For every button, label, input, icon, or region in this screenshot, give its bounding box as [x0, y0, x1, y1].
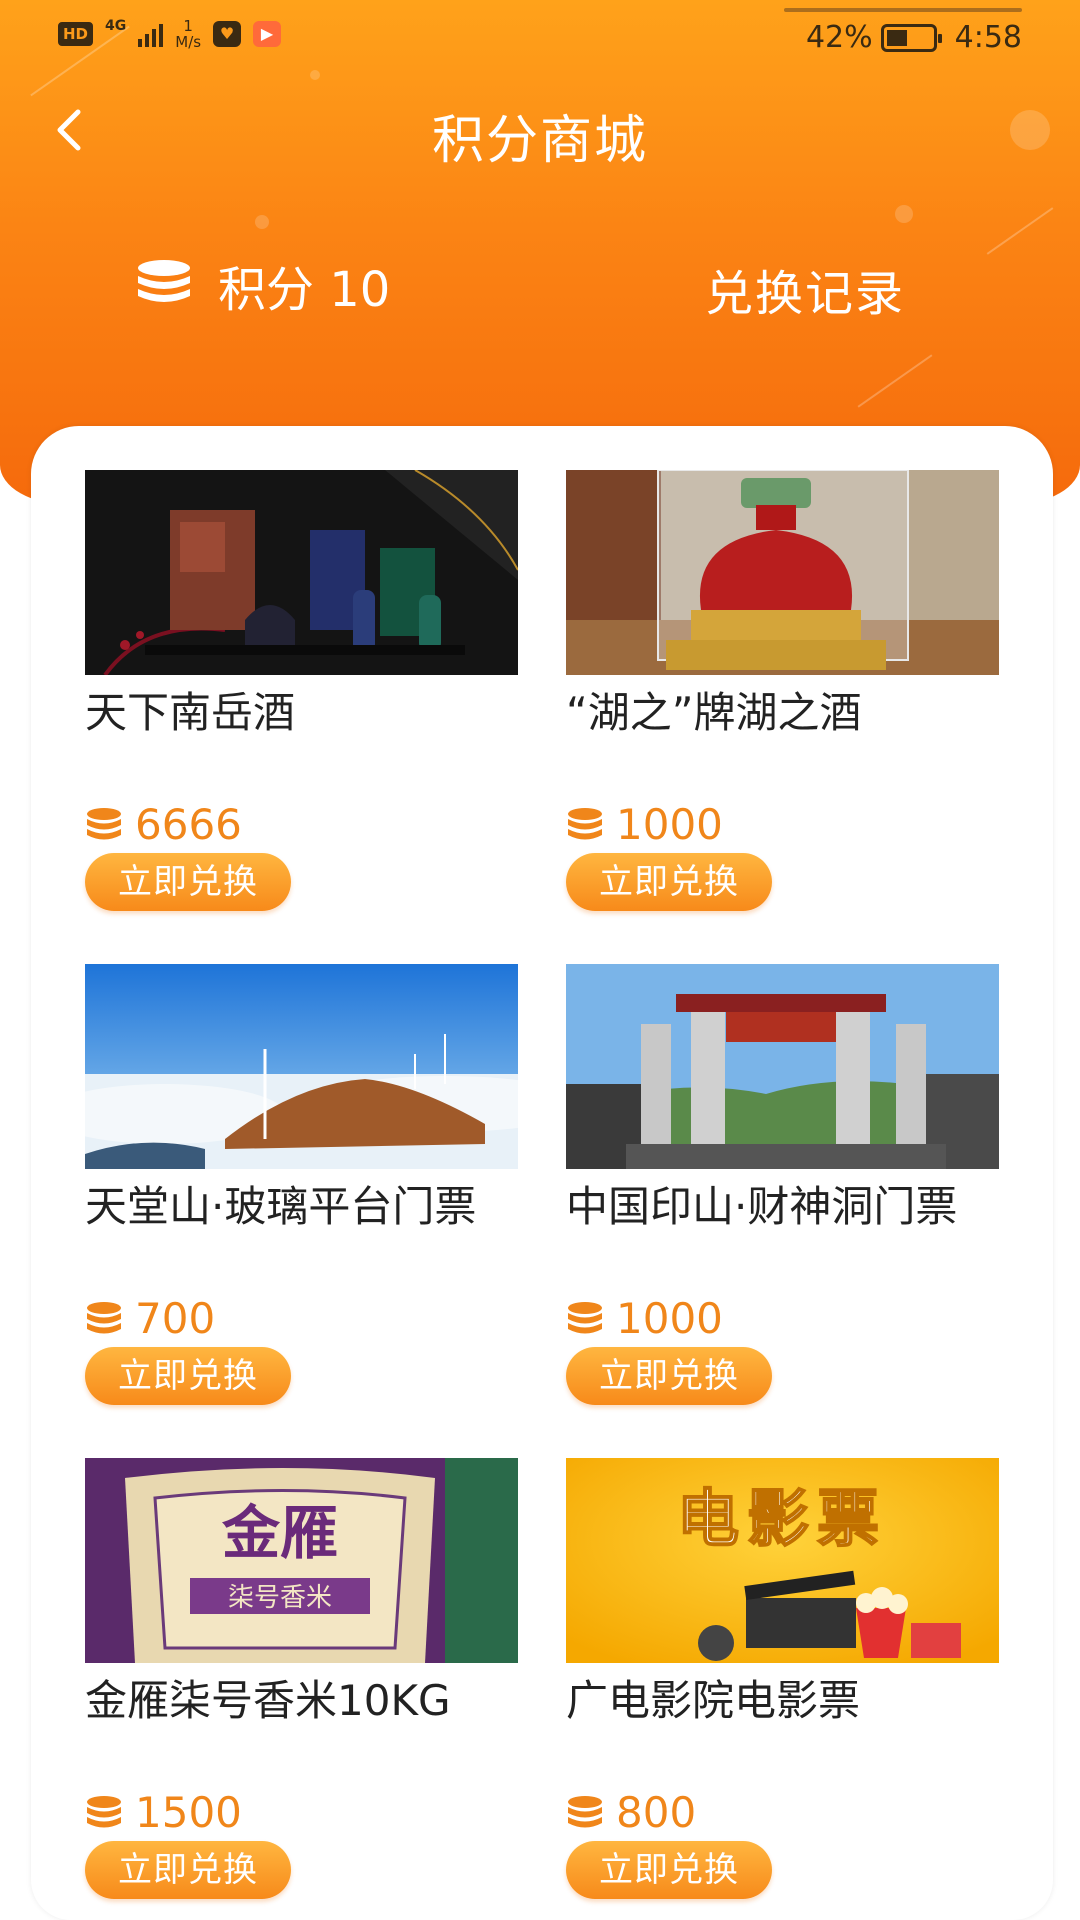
- price-value: 1000: [616, 1294, 723, 1343]
- product-price: 800: [566, 1788, 696, 1837]
- points-label: 积分 10: [218, 262, 391, 318]
- product-name: “湖之”牌湖之酒: [566, 689, 862, 737]
- rice-sub-text: 柒号香米: [228, 1583, 332, 1613]
- speed-value: 1: [183, 17, 193, 35]
- status-left: HD 4G 1 M/s ♥ ▶: [58, 18, 282, 50]
- points-balance: 积分 10: [136, 250, 390, 320]
- hd-badge: HD: [58, 22, 94, 46]
- network-speed: 1 M/s: [175, 18, 201, 50]
- product-name: 天下南岳酒: [85, 689, 296, 737]
- product-price: 1000: [566, 1294, 723, 1343]
- decor-streak: [986, 207, 1054, 255]
- product-image-liquor-giftset[interactable]: [85, 470, 518, 675]
- product-name: 金雁柒号香米10KG: [85, 1677, 451, 1725]
- product-item[interactable]: 电影票 广电影院电影票 800 立即兑换: [566, 1458, 999, 1920]
- product-image-movie-ticket[interactable]: 电影票: [566, 1458, 999, 1663]
- status-bar-line: [784, 8, 1022, 12]
- redeem-button[interactable]: 立即兑换: [566, 1347, 772, 1405]
- product-grid: 天下南岳酒 6666 立即兑换 “湖之”牌湖之酒 1000 立即兑换 天堂山·玻…: [85, 470, 999, 1920]
- screen: HD 4G 1 M/s ♥ ▶ 42% 4:58 积分商城 积分 10 兑换记录…: [0, 0, 1080, 1920]
- product-name: 天堂山·玻璃平台门票: [85, 1183, 477, 1231]
- coins-icon: [568, 807, 602, 839]
- decor-bubble: [255, 215, 269, 229]
- stone-gate-image: [566, 964, 999, 1169]
- product-price: 1500: [85, 1788, 242, 1837]
- network-label: 4G: [105, 18, 127, 34]
- redeem-button[interactable]: 立即兑换: [566, 853, 772, 911]
- redeem-button[interactable]: 立即兑换: [85, 1841, 291, 1899]
- coins-stack-icon: [138, 260, 190, 302]
- mountain-windmill-image: [85, 964, 518, 1169]
- battery-percent: 42%: [805, 20, 873, 55]
- status-right: 42% 4:58: [806, 20, 1022, 55]
- coins-icon: [568, 1795, 602, 1827]
- redeem-button[interactable]: 立即兑换: [85, 853, 291, 911]
- product-price: 1000: [566, 800, 723, 849]
- product-item[interactable]: “湖之”牌湖之酒 1000 立即兑换: [566, 470, 999, 964]
- heart-app-icon: ♥: [213, 21, 242, 47]
- status-bar: HD 4G 1 M/s ♥ ▶ 42% 4:58: [0, 0, 1080, 78]
- movie-banner-text: 电影票: [677, 1482, 887, 1555]
- exchange-records-link[interactable]: 兑换记录: [705, 254, 905, 324]
- coins-icon: [87, 1301, 121, 1333]
- rice-brand-text: 金雁: [222, 1499, 338, 1567]
- price-value: 1500: [135, 1788, 242, 1837]
- redeem-button[interactable]: 立即兑换: [566, 1841, 772, 1899]
- product-item[interactable]: 中国印山·财神洞门票 1000 立即兑换: [566, 964, 999, 1458]
- rice-bag-image: 金雁 柒号香米: [85, 1458, 518, 1663]
- product-item[interactable]: 天堂山·玻璃平台门票 700 立即兑换: [85, 964, 518, 1458]
- decor-streak: [857, 354, 933, 408]
- product-price: 6666: [85, 800, 242, 849]
- clock: 4:58: [954, 20, 1022, 55]
- page-title: 积分商城: [431, 111, 648, 171]
- product-image-gate[interactable]: [566, 964, 999, 1169]
- product-price: 700: [85, 1294, 215, 1343]
- coins-icon: [87, 807, 121, 839]
- product-image-rice-bag[interactable]: 金雁 柒号香米: [85, 1458, 518, 1663]
- product-item[interactable]: 金雁 柒号香米 金雁柒号香米10KG 1500 立即兑换: [85, 1458, 518, 1920]
- battery-icon: [880, 23, 942, 52]
- speed-unit: M/s: [175, 33, 202, 51]
- product-name: 广电影院电影票: [566, 1677, 861, 1725]
- decor-bubble: [895, 205, 913, 223]
- product-card: 天下南岳酒 6666 立即兑换 “湖之”牌湖之酒 1000 立即兑换 天堂山·玻…: [31, 426, 1053, 1920]
- price-value: 1000: [616, 800, 723, 849]
- product-image-mountain[interactable]: [85, 964, 518, 1169]
- video-app-icon: ▶: [253, 21, 282, 47]
- product-name: 中国印山·财神洞门票: [566, 1183, 958, 1231]
- liquor-giftset-image: [85, 470, 518, 675]
- liquor-jar-image: [566, 470, 999, 675]
- price-value: 6666: [135, 800, 242, 849]
- price-value: 700: [135, 1294, 216, 1343]
- movie-ticket-image: 电影票: [566, 1458, 999, 1663]
- coins-icon: [87, 1795, 121, 1827]
- price-value: 800: [616, 1788, 697, 1837]
- product-item[interactable]: 天下南岳酒 6666 立即兑换: [85, 470, 518, 964]
- redeem-button[interactable]: 立即兑换: [85, 1347, 291, 1405]
- product-image-liquor-jar[interactable]: [566, 470, 999, 675]
- signal-icon: [138, 21, 164, 47]
- coins-icon: [568, 1301, 602, 1333]
